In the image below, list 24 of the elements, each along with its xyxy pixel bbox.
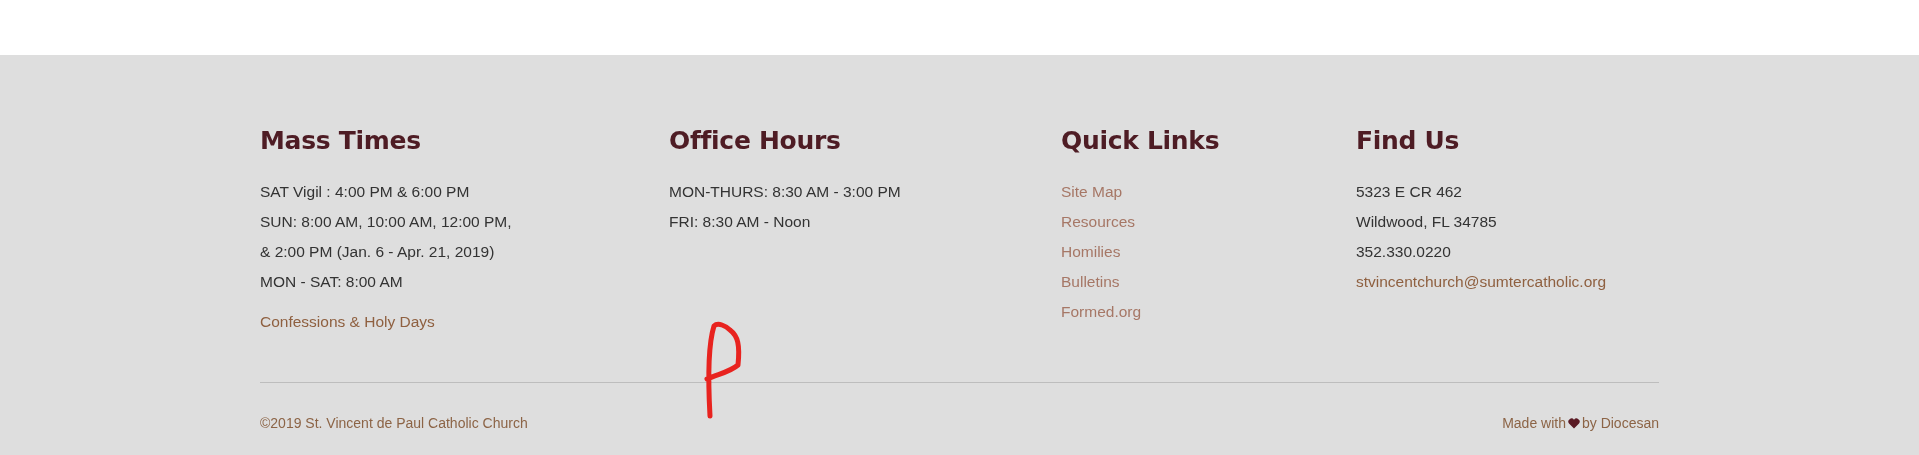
heart-icon bbox=[1567, 417, 1580, 429]
quick-link[interactable]: Formed.org bbox=[1061, 297, 1142, 327]
column-heading: Office Hours bbox=[669, 126, 841, 156]
confessions-link[interactable]: Confessions & Holy Days bbox=[260, 307, 435, 337]
info-text: SUN: 8:00 AM, 10:00 AM, 12:00 PM, bbox=[260, 212, 512, 232]
copyright-link[interactable]: ©2019 St. Vincent de Paul Catholic Church bbox=[260, 413, 528, 433]
info-text: MON-THURS: 8:30 AM - 3:00 PM bbox=[669, 182, 901, 202]
info-text: 5323 E CR 462 bbox=[1356, 182, 1462, 202]
quick-link[interactable]: Homilies bbox=[1061, 237, 1121, 267]
info-text: Wildwood, FL 34785 bbox=[1356, 212, 1497, 232]
column-heading: Mass Times bbox=[260, 126, 421, 156]
quick-link[interactable]: Resources bbox=[1061, 207, 1136, 237]
column-heading: Find Us bbox=[1356, 126, 1460, 156]
credit-link[interactable]: by Diocesan bbox=[1581, 413, 1659, 433]
quick-link[interactable]: Bulletins bbox=[1061, 267, 1120, 297]
credit-text: Made with bbox=[1502, 414, 1566, 433]
info-text: MON - SAT: 8:00 AM bbox=[260, 272, 403, 292]
info-text: FRI: 8:30 AM - Noon bbox=[669, 212, 811, 232]
info-text: 352.330.0220 bbox=[1356, 242, 1451, 262]
quick-link[interactable]: Site Map bbox=[1061, 177, 1123, 207]
email-link[interactable]: stvincentchurch@sumtercatholic.org bbox=[1356, 267, 1607, 297]
info-text: SAT Vigil : 4:00 PM & 6:00 PM bbox=[260, 182, 470, 202]
info-text: & 2:00 PM (Jan. 6 - Apr. 21, 2019) bbox=[260, 242, 495, 262]
column-heading: Quick Links bbox=[1061, 126, 1220, 156]
